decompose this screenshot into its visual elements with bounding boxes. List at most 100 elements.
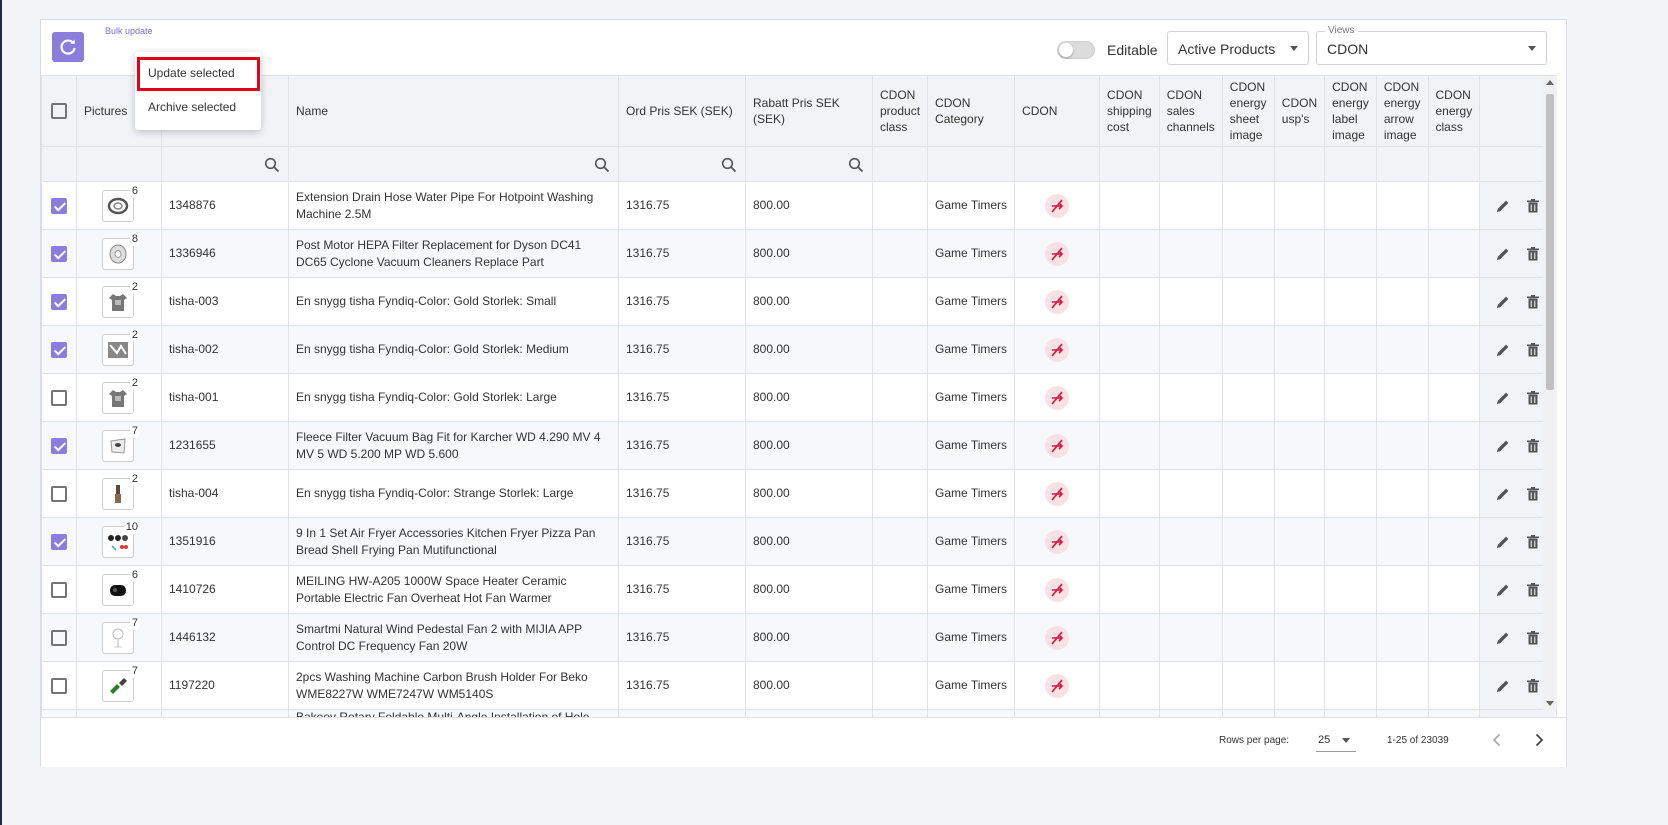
refresh-button[interactable] bbox=[52, 32, 84, 62]
name-cell[interactable]: En snygg tisha Fyndiq-Color: Gold Storle… bbox=[288, 373, 619, 422]
energy-arrow-cell[interactable] bbox=[1375, 517, 1429, 566]
picture-cell[interactable]: 7 bbox=[76, 661, 162, 710]
energy-arrow-cell[interactable] bbox=[1375, 373, 1429, 422]
menu-item-archive-selected[interactable]: Archive selected bbox=[148, 100, 236, 114]
delete-icon[interactable] bbox=[1525, 246, 1541, 262]
table-row[interactable]: 10 1351916 9 In 1 Set Air Fryer Accessorie… bbox=[41, 517, 1558, 566]
energy-sheet-cell[interactable] bbox=[1221, 181, 1275, 230]
ord-pris-cell[interactable]: 1316.75 bbox=[618, 517, 746, 566]
category-cell[interactable]: Game Timers bbox=[927, 421, 1016, 470]
usps-cell[interactable] bbox=[1273, 373, 1326, 422]
search-icon[interactable] bbox=[594, 157, 610, 173]
product-class-cell[interactable] bbox=[871, 613, 929, 662]
name-cell[interactable]: En snygg tisha Fyndiq-Color: Gold Storle… bbox=[288, 277, 619, 326]
header-cdon-energy-sheet-image[interactable]: CDON energy sheet image bbox=[1221, 75, 1275, 147]
row-checkbox[interactable] bbox=[51, 629, 67, 646]
shipping-cost-cell[interactable] bbox=[1099, 325, 1160, 374]
sales-channels-cell[interactable] bbox=[1158, 565, 1223, 614]
filter-sku[interactable] bbox=[161, 146, 289, 182]
chevron-right-icon[interactable] bbox=[1529, 730, 1549, 750]
ord-pris-cell[interactable]: 1316.75 bbox=[618, 229, 746, 278]
rabatt-pris-cell[interactable]: 800.00 bbox=[745, 517, 873, 566]
vertical-scrollbar[interactable] bbox=[1543, 76, 1557, 710]
picture-cell[interactable]: 7 bbox=[76, 613, 162, 662]
sales-channels-cell[interactable] bbox=[1158, 325, 1223, 374]
energy-class-cell[interactable] bbox=[1427, 421, 1481, 470]
energy-arrow-cell[interactable] bbox=[1375, 229, 1429, 278]
usps-cell[interactable] bbox=[1273, 181, 1326, 230]
category-cell[interactable]: Game Timers bbox=[927, 469, 1016, 518]
header-cdon[interactable]: CDON bbox=[1014, 75, 1101, 147]
table-row[interactable]: 2 tisha-003 En snygg tisha Fyndiq-Color: G… bbox=[41, 277, 1558, 326]
sales-channels-cell[interactable] bbox=[1158, 517, 1223, 566]
ord-pris-cell[interactable]: 1316.75 bbox=[618, 277, 746, 326]
delete-icon[interactable] bbox=[1525, 438, 1541, 454]
name-cell[interactable]: En snygg tisha Fyndiq-Color: Strange Sto… bbox=[288, 469, 619, 518]
energy-class-cell[interactable] bbox=[1427, 469, 1481, 518]
energy-label-cell[interactable] bbox=[1324, 421, 1377, 470]
energy-label-cell[interactable] bbox=[1324, 373, 1377, 422]
name-cell[interactable]: Post Motor HEPA Filter Replacement for D… bbox=[288, 229, 619, 278]
product-thumbnail[interactable]: 2 bbox=[102, 376, 140, 414]
usps-cell[interactable] bbox=[1273, 613, 1326, 662]
sku-cell[interactable]: 1348876 bbox=[161, 181, 289, 230]
picture-cell[interactable]: 6 bbox=[76, 565, 162, 614]
sku-cell[interactable]: 1197220 bbox=[161, 661, 289, 710]
scroll-up-icon[interactable] bbox=[1546, 80, 1554, 85]
picture-cell[interactable]: 8 bbox=[76, 229, 162, 278]
sales-channels-cell[interactable] bbox=[1158, 661, 1223, 710]
delete-icon[interactable] bbox=[1525, 390, 1541, 406]
header-cdon-usps[interactable]: CDON usp's bbox=[1273, 75, 1326, 147]
sales-channels-cell[interactable] bbox=[1158, 613, 1223, 662]
shipping-cost-cell[interactable] bbox=[1099, 613, 1160, 662]
edit-icon[interactable] bbox=[1495, 390, 1511, 406]
picture-cell[interactable]: 2 bbox=[76, 373, 162, 422]
header-name[interactable]: Name bbox=[288, 75, 619, 147]
delete-icon[interactable] bbox=[1525, 630, 1541, 646]
sku-cell[interactable]: tisha-001 bbox=[161, 373, 289, 422]
category-cell[interactable]: Game Timers bbox=[927, 517, 1016, 566]
category-cell[interactable]: Game Timers bbox=[927, 229, 1016, 278]
edit-icon[interactable] bbox=[1495, 438, 1511, 454]
delete-icon[interactable] bbox=[1525, 582, 1541, 598]
shipping-cost-cell[interactable] bbox=[1099, 421, 1160, 470]
ord-pris-cell[interactable]: 1316.75 bbox=[618, 565, 746, 614]
category-cell[interactable]: Game Timers bbox=[927, 565, 1016, 614]
rabatt-pris-cell[interactable]: 800.00 bbox=[745, 229, 873, 278]
category-cell[interactable]: Game Timers bbox=[927, 325, 1016, 374]
sku-cell[interactable]: tisha-002 bbox=[161, 325, 289, 374]
product-thumbnail[interactable]: 7 bbox=[102, 424, 140, 462]
shipping-cost-cell[interactable] bbox=[1099, 181, 1160, 230]
name-cell[interactable]: Fleece Filter Vacuum Bag Fit for Karcher… bbox=[288, 421, 619, 470]
ord-pris-cell[interactable]: 1316.75 bbox=[618, 661, 746, 710]
energy-sheet-cell[interactable] bbox=[1221, 325, 1275, 374]
chevron-left-icon[interactable] bbox=[1487, 730, 1507, 750]
name-cell[interactable]: 9 In 1 Set Air Fryer Accessories Kitchen… bbox=[288, 517, 619, 566]
sku-cell[interactable]: 1446132 bbox=[161, 613, 289, 662]
scroll-down-icon[interactable] bbox=[1546, 701, 1554, 706]
header-cdon-energy-arrow-image[interactable]: CDON energy arrow image bbox=[1375, 75, 1429, 147]
table-row[interactable]: 2 tisha-004 En snygg tisha Fyndiq-Color: S… bbox=[41, 469, 1558, 518]
shipping-cost-cell[interactable] bbox=[1099, 469, 1160, 518]
row-checkbox[interactable] bbox=[51, 533, 67, 550]
sales-channels-cell[interactable] bbox=[1158, 421, 1223, 470]
header-cdon-energy-label-image[interactable]: CDON energy label image bbox=[1324, 75, 1377, 147]
picture-cell[interactable]: 2 bbox=[76, 469, 162, 518]
ord-pris-cell[interactable]: 1316.75 bbox=[618, 181, 746, 230]
energy-arrow-cell[interactable] bbox=[1375, 613, 1429, 662]
sku-cell[interactable]: 1231655 bbox=[161, 421, 289, 470]
header-cdon-sales-channels[interactable]: CDON sales channels bbox=[1158, 75, 1223, 147]
rabatt-pris-cell[interactable]: 800.00 bbox=[745, 469, 873, 518]
energy-class-cell[interactable] bbox=[1427, 373, 1481, 422]
edit-icon[interactable] bbox=[1495, 486, 1511, 502]
picture-cell[interactable]: 2 bbox=[76, 277, 162, 326]
edit-icon[interactable] bbox=[1495, 582, 1511, 598]
header-cdon-energy-class[interactable]: CDON energy class bbox=[1427, 75, 1481, 147]
ord-pris-cell[interactable]: 1316.75 bbox=[618, 325, 746, 374]
sku-cell[interactable]: 1351916 bbox=[161, 517, 289, 566]
sales-channels-cell[interactable] bbox=[1158, 277, 1223, 326]
edit-icon[interactable] bbox=[1495, 534, 1511, 550]
shipping-cost-cell[interactable] bbox=[1099, 517, 1160, 566]
header-cdon-shipping-cost[interactable]: CDON shipping cost bbox=[1099, 75, 1160, 147]
row-checkbox[interactable] bbox=[51, 389, 67, 406]
